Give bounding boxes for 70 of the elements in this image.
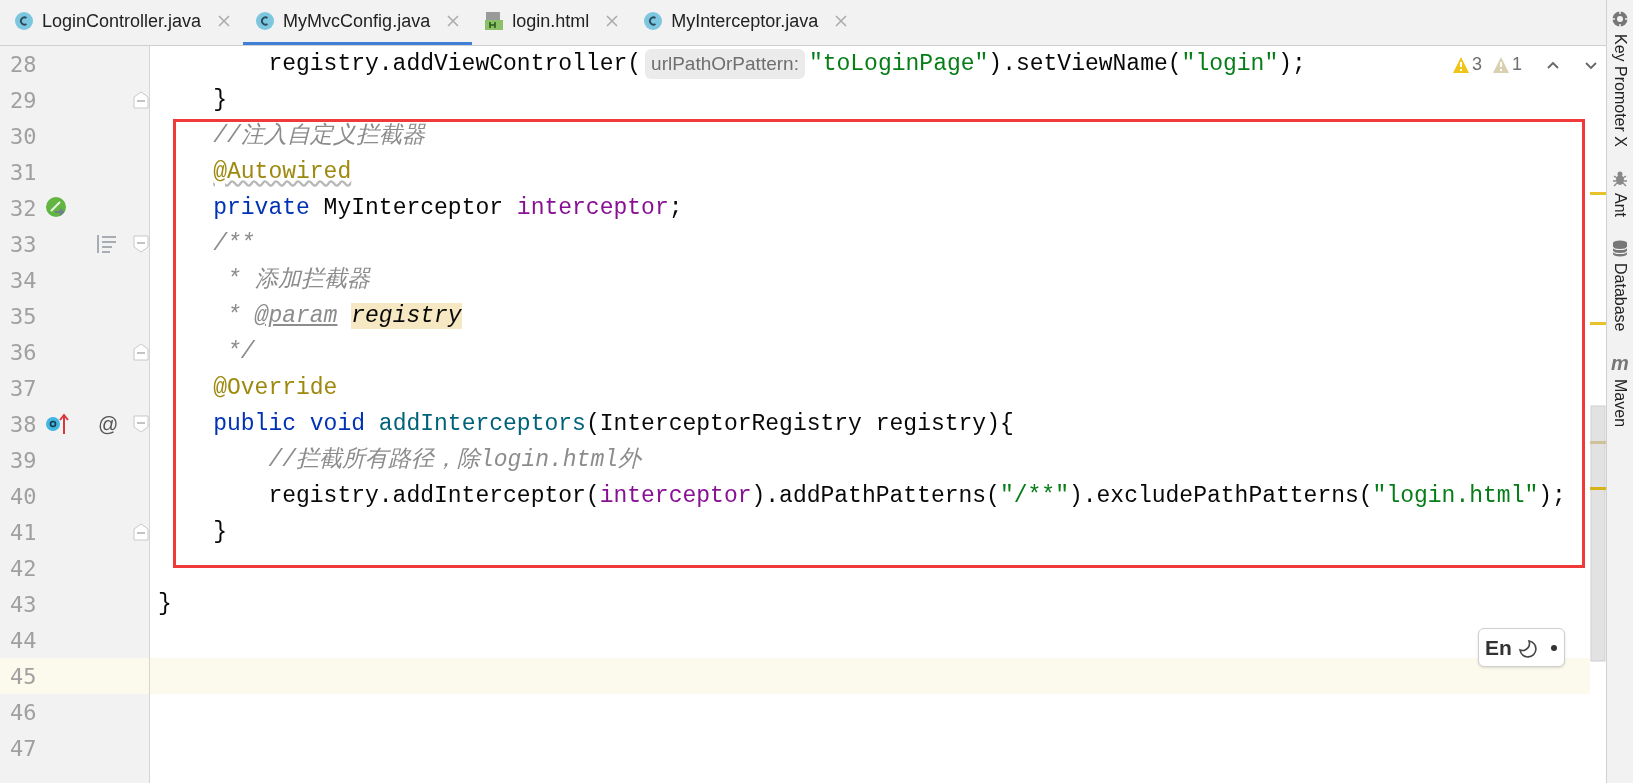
fold-marker-icon[interactable] — [132, 234, 150, 254]
class-icon — [14, 11, 34, 31]
warning-icon — [1452, 55, 1470, 74]
code-text: */ — [227, 337, 255, 367]
line-number: 35 — [10, 302, 37, 331]
code-text: @Override — [213, 373, 338, 403]
tool-window-button[interactable]: Database — [1606, 238, 1633, 332]
editor-tab[interactable]: LoginController.java — [2, 0, 244, 45]
code-text: } — [213, 85, 227, 115]
weak-warning-count: 1 — [1512, 53, 1523, 76]
code-text: /** — [213, 229, 255, 259]
line-number: 43 — [10, 590, 37, 619]
editor-tab[interactable]: MyInterceptor.java — [631, 0, 861, 45]
line-number: 29 — [10, 86, 37, 115]
line-number: 32 — [10, 194, 37, 223]
line-number: 38 — [10, 410, 37, 439]
line-number: 39 — [10, 446, 37, 475]
code-text: * @param registry — [227, 301, 462, 331]
line-number: 47 — [10, 734, 37, 763]
line-number: 33 — [10, 230, 37, 259]
tool-window-button[interactable]: m Maven — [1606, 353, 1633, 428]
html-file-icon — [484, 11, 505, 31]
line-number: 36 — [10, 338, 37, 367]
close-icon[interactable] — [446, 14, 461, 28]
fold-marker-icon[interactable] — [132, 414, 150, 434]
tool-window-button[interactable]: Ant — [1606, 168, 1633, 217]
line-number: 44 — [10, 626, 37, 655]
class-icon — [643, 11, 664, 31]
bean-icon[interactable] — [45, 196, 69, 220]
code-text: private MyInterceptor interceptor; — [213, 193, 683, 223]
database-icon — [1611, 238, 1629, 257]
line-number: 31 — [10, 158, 37, 187]
line-number: 42 — [10, 554, 37, 583]
line-number: 37 — [10, 374, 37, 403]
doc-render-icon[interactable] — [96, 233, 118, 255]
line-number: 40 — [10, 482, 37, 511]
code-text: } — [158, 589, 172, 619]
override-icon[interactable] — [45, 412, 71, 436]
close-icon[interactable] — [605, 14, 620, 28]
close-icon[interactable] — [217, 14, 232, 28]
fold-marker-icon[interactable] — [132, 342, 150, 362]
code-text: //拦截所有路径，除login.html外 — [268, 445, 642, 475]
fold-marker-icon[interactable] — [132, 522, 150, 542]
code-text: //注入自定义拦截器 — [213, 121, 425, 151]
line-number: 28 — [10, 50, 37, 79]
warning-count: 3 — [1472, 53, 1482, 76]
code-text: registry.addViewController( — [268, 49, 642, 79]
class-icon — [255, 11, 276, 31]
tool-window-button[interactable]: Key Promoter X — [1606, 10, 1633, 147]
maven-icon: m — [1611, 353, 1629, 374]
gear-icon — [1611, 10, 1629, 28]
editor-tab[interactable]: login.html — [472, 0, 632, 45]
line-number: 46 — [10, 698, 37, 727]
code-text: registry.addInterceptor(interceptor).addPathPatterns("/**").excludePathPatterns("login.html"); — [268, 481, 1566, 511]
parameter-hint: urlPathOrPattern: — [645, 48, 805, 80]
annotation-marker[interactable]: @ — [98, 409, 119, 439]
weak-warning-icon — [1492, 55, 1510, 74]
line-number: 30 — [10, 122, 37, 151]
code-text: * 添加拦截器 — [227, 265, 370, 295]
fold-marker-icon[interactable] — [132, 90, 150, 110]
line-number: 45 — [10, 662, 37, 691]
code-text: "toLoginPage").setViewName("login"); — [808, 49, 1306, 79]
code-text: public void addInterceptors(InterceptorRegistry registry){ — [213, 409, 1014, 439]
line-number: 41 — [10, 518, 37, 547]
close-icon[interactable] — [834, 14, 849, 28]
line-number: 34 — [10, 266, 37, 295]
dot-icon — [1549, 643, 1558, 652]
code-text: @Autowired — [213, 157, 352, 187]
code-text: } — [213, 517, 227, 547]
input-language: En — [1485, 634, 1512, 661]
